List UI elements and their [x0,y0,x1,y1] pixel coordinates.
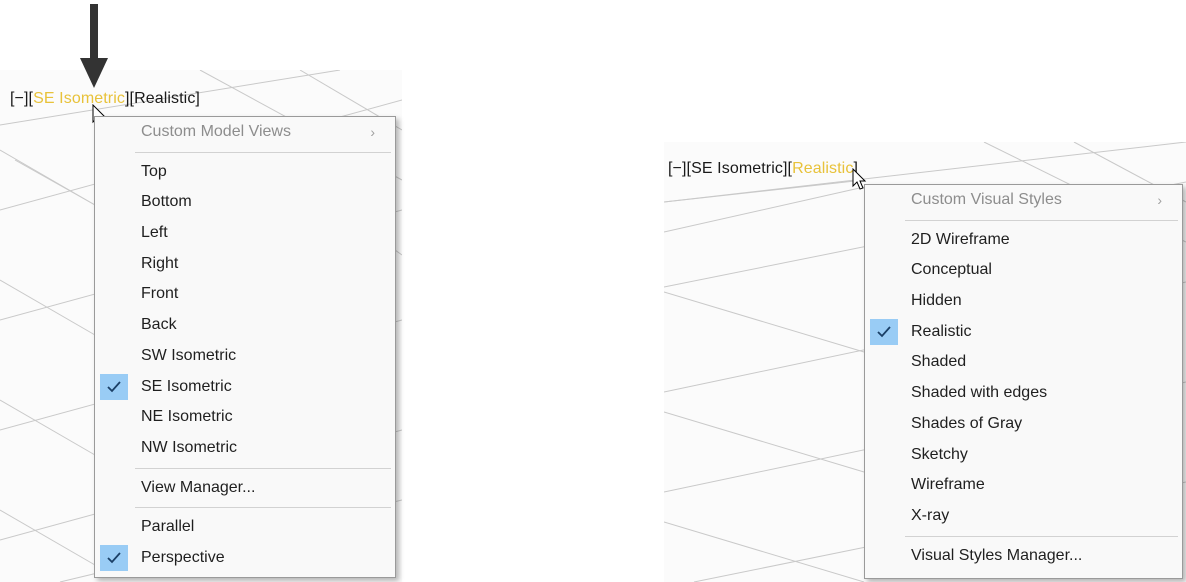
menu-item-label: 2D Wireframe [911,230,1010,248]
view-control[interactable]: [SE Isometric] [687,160,788,178]
menu-separator [135,507,391,509]
menu-item-bottom[interactable]: Bottom [95,187,395,218]
menu-item-label: Shades of Gray [911,414,1023,432]
view-control[interactable]: SE Isometric [33,90,125,108]
menu-item-shades-of-gray[interactable]: Shades of Gray [865,409,1182,440]
menu-item-right[interactable]: Right [95,249,395,280]
menu-item-parallel[interactable]: Parallel [95,512,395,543]
menu-item-2d-wireframe[interactable]: 2D Wireframe [865,225,1182,256]
menu-item-nw-isometric[interactable]: NW Isometric [95,433,395,464]
menu-item-label: Shaded [911,353,967,371]
menu-item-label: SW Isometric [141,346,237,364]
menu-separator [135,151,391,153]
menu-item-label: Parallel [141,518,195,536]
menu-item-custom-model-views[interactable]: Custom Model Views › [95,117,395,148]
menu-item-x-ray[interactable]: X-ray [865,501,1182,532]
menu-item-label: Shaded with edges [911,384,1048,402]
menu-item-label: Back [141,316,177,334]
menu-item-label: Bottom [141,193,192,211]
menu-item-label: Perspective [141,548,225,566]
menu-item-label: SE Isometric [141,377,232,395]
menu-item-back[interactable]: Back [95,310,395,341]
viewport-minimize-control[interactable]: [−] [668,160,687,178]
menu-item-view-manager[interactable]: View Manager... [95,473,395,504]
menu-item-label: Realistic [911,322,972,340]
menu-item-ne-isometric[interactable]: NE Isometric [95,402,395,433]
menu-item-label: NE Isometric [141,408,233,426]
menu-separator [905,535,1178,537]
menu-item-label: Hidden [911,292,962,310]
menu-item-sw-isometric[interactable]: SW Isometric [95,341,395,372]
menu-item-label: Right [141,254,179,272]
menu-item-label: Wireframe [911,476,985,494]
right-viewport-label: [−][SE Isometric][Realistic] [668,160,858,178]
viewport-minimize-control[interactable]: [−] [10,90,29,108]
menu-item-label: X-ray [911,506,950,524]
menu-item-visual-styles-manager[interactable]: Visual Styles Manager... [865,541,1182,572]
menu-item-sketchy[interactable]: Sketchy [865,440,1182,471]
menu-separator [135,467,391,469]
menu-item-label: Front [141,285,179,303]
menu-item-label: NW Isometric [141,438,237,456]
down-arrow-icon [80,4,108,88]
menu-item-perspective[interactable]: Perspective [95,543,395,574]
menu-item-wireframe[interactable]: Wireframe [865,470,1182,501]
menu-item-front[interactable]: Front [95,279,395,310]
menu-item-top[interactable]: Top [95,157,395,188]
menu-item-label: Custom Visual Styles [911,191,1062,208]
menu-item-se-isometric[interactable]: SE Isometric [95,372,395,403]
menu-item-label: Top [141,162,167,180]
chevron-right-icon: › [1157,192,1162,208]
menu-item-shaded[interactable]: Shaded [865,347,1182,378]
checkmark-icon [100,373,128,400]
chevron-right-icon: › [370,124,375,140]
checkmark-icon [100,544,128,571]
menu-item-realistic[interactable]: Realistic [865,317,1182,348]
menu-item-shaded-with-edges[interactable]: Shaded with edges [865,378,1182,409]
view-context-menu: Custom Model Views › Top Bottom Left Right F… [94,116,396,578]
menu-item-label: Sketchy [911,445,968,463]
menu-item-label: Custom Model Views [141,123,291,140]
menu-item-label: Conceptual [911,261,992,279]
menu-item-hidden[interactable]: Hidden [865,286,1182,317]
checkmark-icon [870,318,898,345]
menu-item-custom-visual-styles[interactable]: Custom Visual Styles › [865,185,1182,216]
menu-item-label: Visual Styles Manager... [911,546,1083,564]
menu-item-left[interactable]: Left [95,218,395,249]
visual-style-control[interactable]: [Realistic] [130,90,200,108]
menu-separator [905,219,1178,221]
visual-style-context-menu: Custom Visual Styles › 2D Wireframe Conce… [864,184,1183,579]
menu-item-conceptual[interactable]: Conceptual [865,255,1182,286]
visual-style-control[interactable]: Realistic [792,160,853,178]
menu-item-label: View Manager... [141,478,256,496]
menu-item-label: Left [141,224,168,242]
